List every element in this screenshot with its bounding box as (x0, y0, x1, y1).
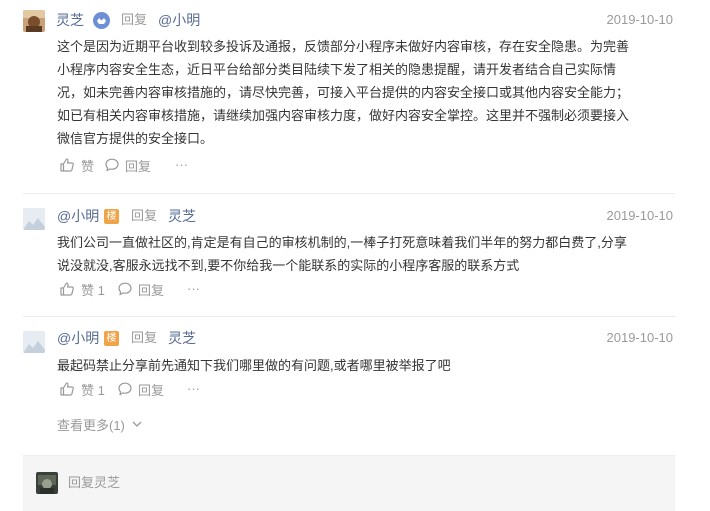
more-icon: ··· (187, 380, 200, 396)
comment-bubble-icon (105, 158, 119, 172)
reply-author[interactable]: @小明 (57, 328, 99, 348)
reply-text-line: 我们公司一直做社区的,肯定是有自己的审核机制的,一棒子打死意味着我们半年的努力都… (57, 235, 627, 250)
reply-to-user[interactable]: 灵芝 (168, 206, 196, 226)
avatar[interactable] (23, 208, 45, 230)
more-icon: ··· (175, 156, 188, 172)
reply-action-label: 回复 (138, 282, 165, 298)
comment-text: 这个是因为近期平台收到较多投诉及通报，反馈部分小程序未做好内容审核，存在安全隐患… (57, 35, 687, 150)
reply-text: 我们公司一直做社区的,肯定是有自己的审核机制的,一棒子打死意味着我们半年的努力都… (57, 231, 687, 277)
like-label: 赞 (81, 158, 95, 174)
reply-button[interactable]: 回复 (117, 379, 164, 399)
reply-action-label: 回复 (138, 382, 165, 398)
reply-action-label: 回复 (125, 158, 152, 174)
reply-button[interactable]: 回复 (117, 279, 164, 299)
comment-text-line: 况，如未完善内容审核措施的，请尽快完善，可接入平台提供的内容安全接口或其他内容安… (57, 85, 630, 100)
default-avatar-icon (23, 208, 45, 230)
more-icon: ··· (187, 280, 200, 296)
comment-text-line: 如已有相关内容审核措施，请继续加强内容审核力度，做好内容安全掌控。这里并不强制必… (57, 108, 630, 123)
reply-label[interactable]: 回复 (131, 328, 157, 348)
avatar[interactable] (23, 331, 45, 353)
like-button[interactable]: 赞 1 (59, 279, 105, 299)
reply-text-line: 最起码禁止分享前先通知下我们哪里做的有问题,或者哪里被举报了吧 (57, 358, 451, 373)
view-more-label: 查看更多(1) (57, 417, 125, 433)
reply-date: 2019-10-10 (606, 208, 674, 223)
reply-label: 回复 (121, 12, 148, 27)
thumbs-up-icon (60, 158, 74, 172)
comment-text-line: 微信官方提供的安全接口。 (57, 131, 214, 146)
like-count-label: 赞 1 (81, 282, 105, 298)
reply-author[interactable]: @小明 (57, 206, 99, 226)
like-button[interactable]: 赞 (59, 155, 94, 175)
avatar (36, 472, 58, 494)
chevron-down-icon (132, 421, 142, 427)
reply-text-line: 说没就没,客服永远找不到,要不你给我一个能联系的实际的小程序客服的联系方式 (57, 258, 520, 273)
comment-bubble-icon (118, 282, 132, 296)
floor-badge: 楼 (104, 331, 119, 346)
reply-label[interactable]: 回复 (131, 206, 157, 226)
divider (23, 316, 675, 317)
thumbs-up-icon (60, 382, 74, 396)
reply-to-user[interactable]: 灵芝 (168, 328, 196, 348)
comment-text-line: 这个是因为近期平台收到较多投诉及通报，反馈部分小程序未做好内容审核，存在安全隐患… (57, 39, 630, 54)
default-avatar-icon (23, 331, 45, 353)
divider (23, 193, 675, 194)
comment-author[interactable]: 灵芝 (56, 10, 84, 30)
more-options-button[interactable]: ··· (187, 278, 200, 298)
reply-to-user[interactable]: @小明 (158, 10, 200, 30)
more-options-button[interactable]: ··· (175, 154, 188, 174)
floor-badge: 楼 (104, 209, 119, 224)
user-avatar-image (36, 472, 58, 494)
reply-date: 2019-10-10 (606, 330, 674, 345)
thumbs-up-icon (60, 282, 74, 296)
comment-date: 2019-10-10 (606, 12, 674, 27)
reply-input-placeholder[interactable]: 回复灵芝 (68, 473, 120, 493)
reply-text: 最起码禁止分享前先通知下我们哪里做的有问题,或者哪里被举报了吧 (57, 354, 687, 377)
avatar[interactable] (23, 10, 45, 32)
reply-button[interactable]: 回复 (104, 155, 151, 175)
avatar-image (23, 10, 45, 32)
like-button[interactable]: 赞 1 (59, 379, 105, 399)
verified-badge-icon (93, 12, 110, 29)
comment-text-line: 小程序内容安全生态，近日平台给部分类目陆续下发了相关的隐患提醒，请开发者结合自己… (57, 62, 617, 77)
comment-bubble-icon (118, 382, 132, 396)
more-options-button[interactable]: ··· (187, 378, 200, 398)
like-count-label: 赞 1 (81, 382, 105, 398)
reply-composer[interactable]: 回复灵芝 (23, 455, 675, 511)
view-more-button[interactable]: 查看更多(1) (57, 414, 143, 434)
